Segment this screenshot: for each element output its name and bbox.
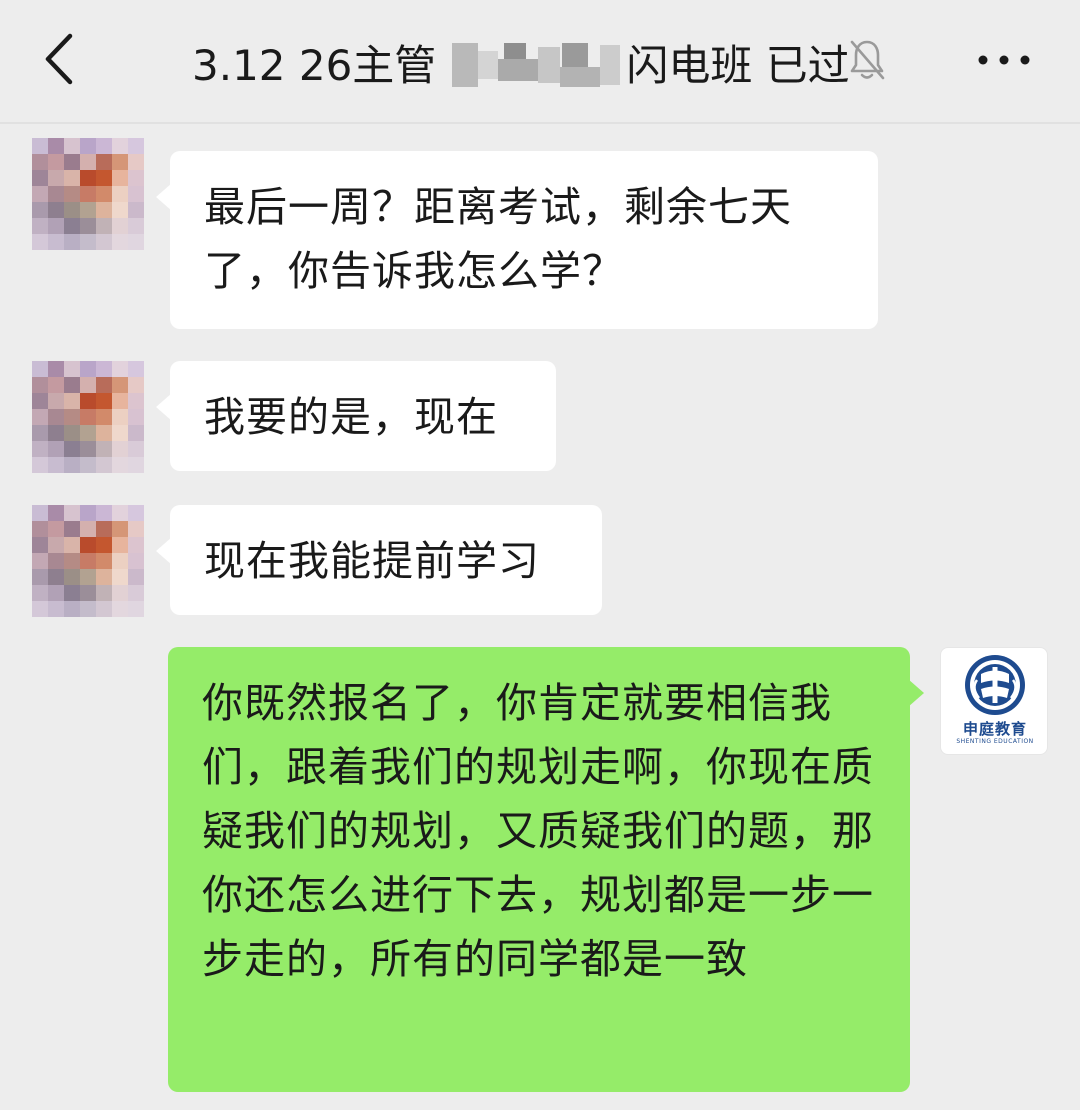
contact-avatar[interactable]: [32, 138, 144, 250]
chevron-left-icon: [45, 33, 73, 85]
self-avatar[interactable]: 申庭教育 SHENTING EDUCATION: [940, 647, 1048, 755]
message-text: 现在我能提前学习: [204, 537, 540, 585]
back-button[interactable]: [36, 28, 86, 90]
contact-avatar[interactable]: [32, 505, 144, 617]
message-bubble-outgoing[interactable]: 你既然报名了，你肯定就要相信我们，跟着我们的规划走啊，你现在质疑我们的规划，又质…: [168, 647, 924, 1092]
chat-title-prefix: 3.12 26主管: [192, 40, 437, 90]
message-text: 最后一周？距离考试，剩余七天了，你告诉我怎么学？: [204, 183, 792, 295]
self-avatar-name: 申庭教育: [962, 720, 1027, 738]
message-bubble-incoming[interactable]: 最后一周？距离考试，剩余七天了，你告诉我怎么学？: [156, 151, 878, 329]
shenting-logo-icon: [965, 655, 1025, 715]
bell-off-icon: [850, 40, 885, 80]
chat-title-suffix: 闪电班 已过: [626, 40, 850, 90]
chat-header: 3.12 26主管 闪电班 已过: [0, 0, 1080, 122]
more-horizontal-icon[interactable]: [974, 42, 1034, 78]
self-avatar-subtitle: SHENTING EDUCATION: [956, 738, 1034, 745]
redacted-title-segment: [452, 35, 622, 89]
message-text: 我要的是，现在: [204, 393, 498, 441]
header-divider: [0, 122, 1080, 124]
chat-title: 3.12 26主管 闪电班 已过: [192, 30, 850, 94]
message-bubble-incoming[interactable]: 我要的是，现在: [156, 361, 556, 471]
message-bubble-incoming[interactable]: 现在我能提前学习: [156, 505, 602, 615]
message-text: 你既然报名了，你肯定就要相信我们，跟着我们的规划走啊，你现在质疑我们的规划，又质…: [202, 679, 874, 983]
contact-avatar[interactable]: [32, 361, 144, 473]
